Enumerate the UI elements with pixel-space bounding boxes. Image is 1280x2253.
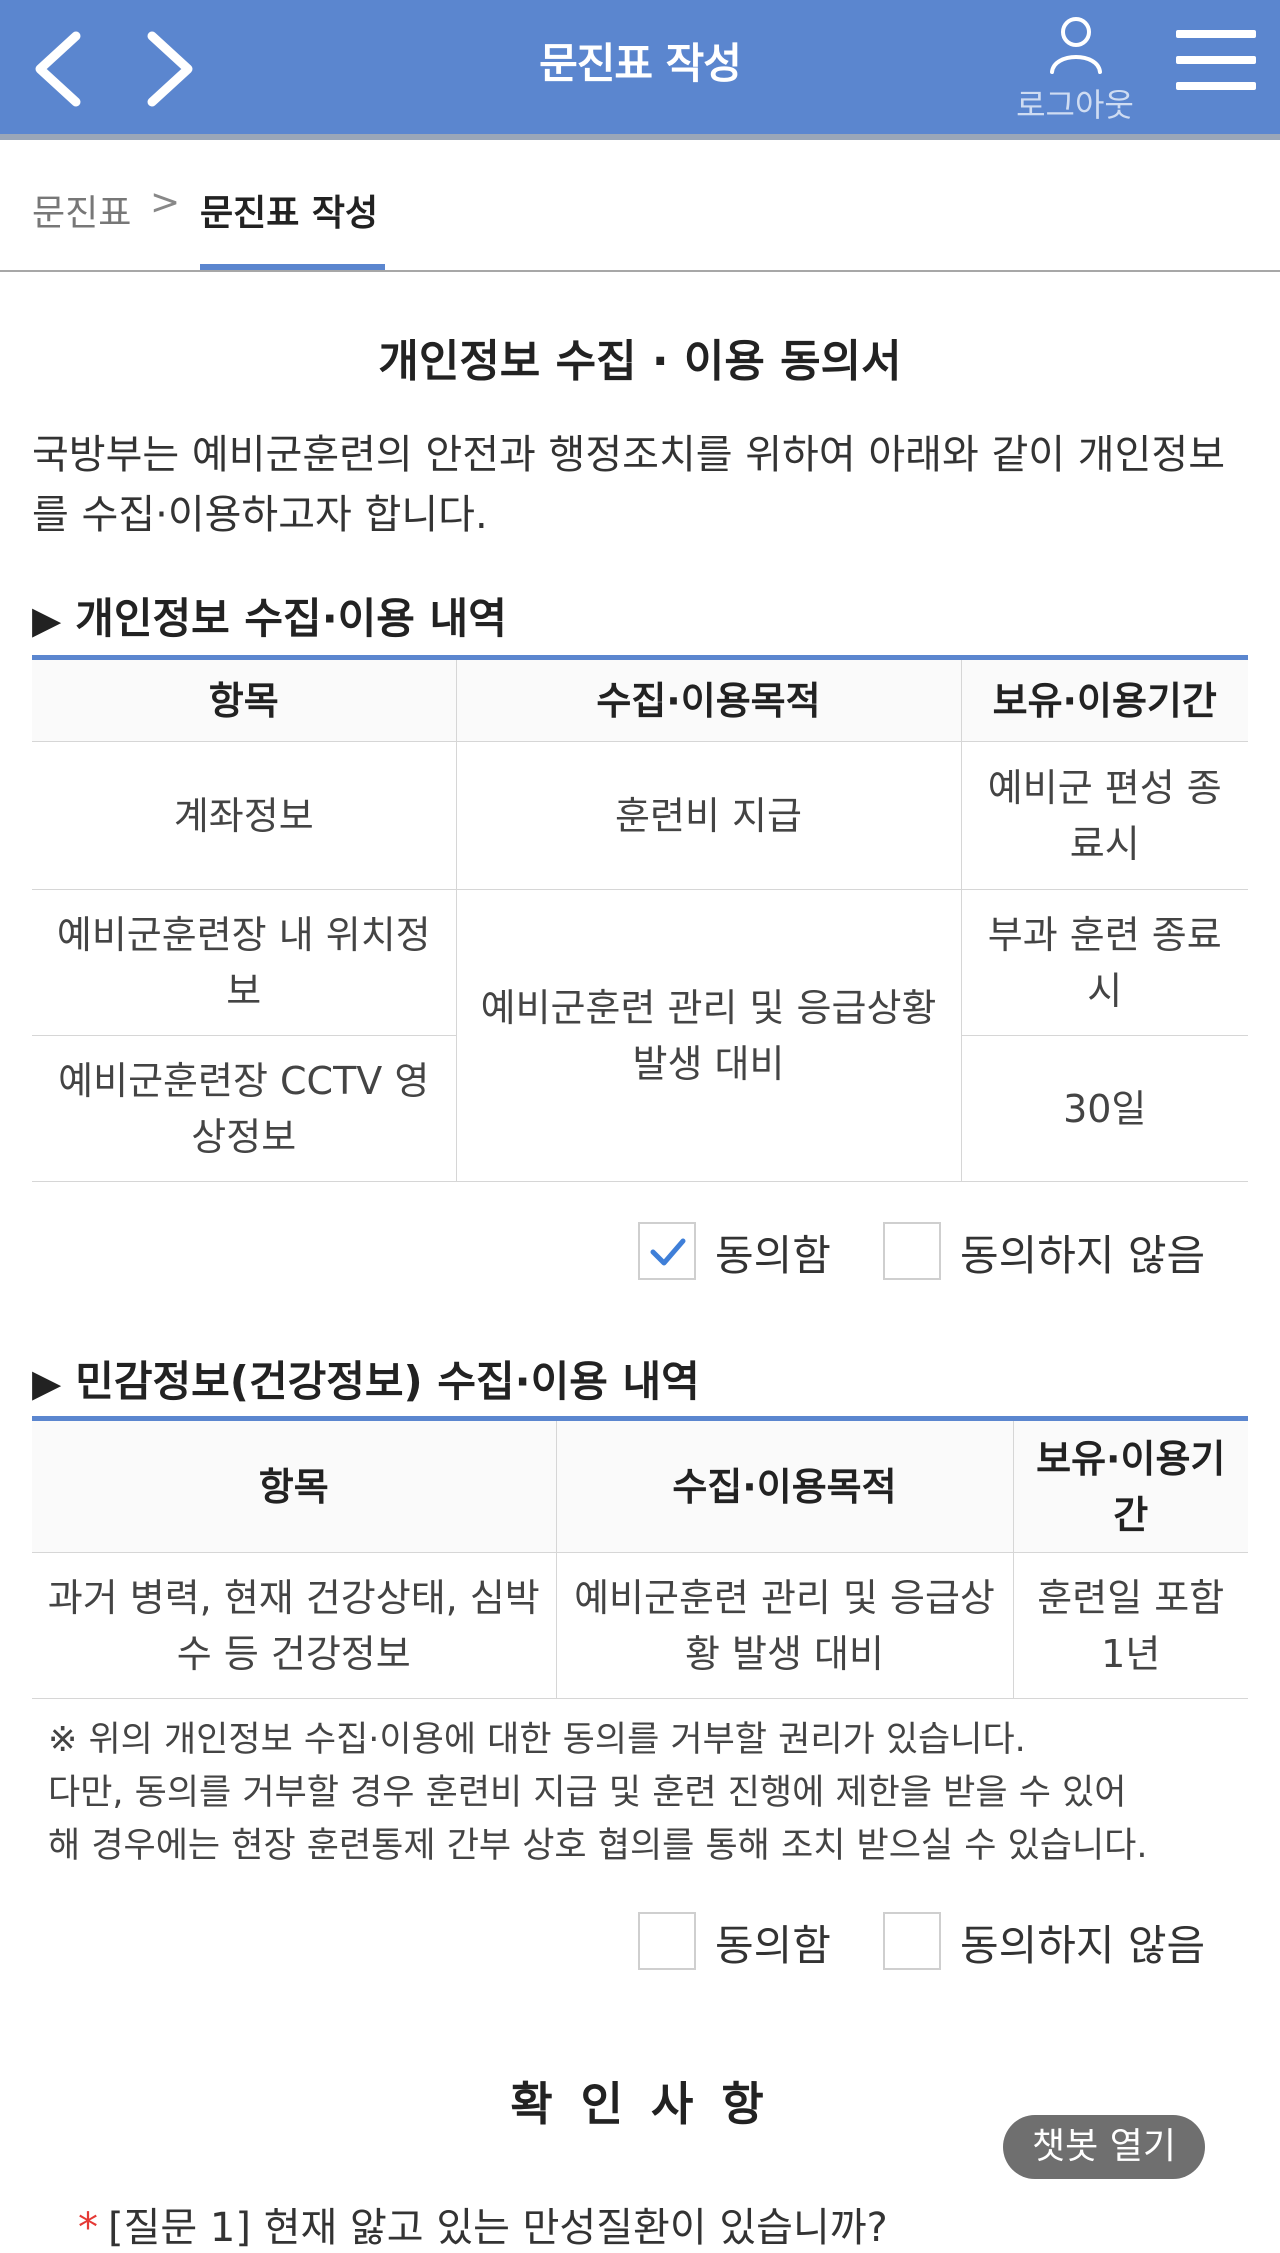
required-mark: * <box>78 2205 98 2251</box>
disagree-checkbox[interactable] <box>883 1912 941 1970</box>
section-heading-text: 개인정보 수집·이용 내역 <box>75 594 507 643</box>
column-header-purpose: 수집·이용목적 <box>556 1418 1014 1553</box>
cell-item: 예비군훈련장 내 위치정보 <box>32 889 457 1036</box>
cell-item: 과거 병력, 현재 건강상태, 심박수 등 건강정보 <box>32 1552 557 1699</box>
app-header: 문진표 작성 로그아웃 <box>0 0 1280 140</box>
cell-period: 훈련일 포함 1년 <box>1013 1552 1248 1699</box>
consent-intro-text: 국방부는 예비군훈련의 안전과 행정조치를 위하여 아래와 같이 개인정보를 수… <box>32 432 1226 538</box>
personal-info-consent: 동의함 동의하지 않음 <box>0 1218 1280 1288</box>
agree-label[interactable]: 동의함 <box>715 1912 831 1973</box>
table-row: 계좌정보 훈련비 지급 예비군 편성 종료시 <box>32 741 1248 890</box>
section-heading-personal-info: ▶ 개인정보 수집·이용 내역 <box>32 585 507 646</box>
menu-bar <box>1176 82 1256 90</box>
column-header-period: 보유·이용기간 <box>1013 1418 1248 1553</box>
column-header-item: 항목 <box>32 1418 557 1553</box>
disagree-label[interactable]: 동의하지 않음 <box>960 1222 1205 1283</box>
breadcrumb-current: 문진표 작성 <box>200 193 379 234</box>
breadcrumb-parent-link[interactable]: 문진표 <box>32 184 131 236</box>
triangle-bullet-icon: ▶ <box>32 598 62 642</box>
chatbot-open-button[interactable]: 챗봇 열기 <box>1003 2115 1205 2179</box>
disagree-checkbox[interactable] <box>883 1222 941 1280</box>
triangle-bullet-icon: ▶ <box>32 1361 62 1405</box>
table-header-row: 항목 수집·이용목적 보유·이용기간 <box>32 657 1248 742</box>
table-row: 과거 병력, 현재 건강상태, 심박수 등 건강정보 예비군훈련 관리 및 응급… <box>32 1552 1248 1699</box>
section-heading-text: 민감정보(건강정보) 수집·이용 내역 <box>75 1357 700 1406</box>
column-header-period: 보유·이용기간 <box>961 657 1248 742</box>
cell-purpose: 예비군훈련 관리 및 응급상황 발생 대비 <box>456 889 962 1182</box>
breadcrumb-separator-icon: > <box>150 182 181 223</box>
section-heading-sensitive-info: ▶ 민감정보(건강정보) 수집·이용 내역 <box>32 1348 700 1409</box>
cell-purpose: 예비군훈련 관리 및 응급상황 발생 대비 <box>556 1552 1014 1699</box>
logout-button[interactable]: 로그아웃 <box>1000 8 1150 124</box>
cell-period: 30일 <box>961 1035 1248 1182</box>
notice-line: 해 경우에는 현장 훈련통제 간부 상호 협의를 통해 조치 받으실 수 있습니… <box>48 1826 1148 1866</box>
consent-document-title: 개인정보 수집 · 이용 동의서 <box>378 336 902 387</box>
cell-purpose: 훈련비 지급 <box>456 741 962 890</box>
question-1-text: [질문 1] 현재 앓고 있는 만성질환이 있습니까? <box>108 2205 888 2251</box>
personal-info-table: 항목 수집·이용목적 보유·이용기간 계좌정보 훈련비 지급 예비군 편성 종료… <box>32 655 1248 1182</box>
cell-period: 예비군 편성 종료시 <box>961 741 1248 890</box>
cell-item: 계좌정보 <box>32 741 457 890</box>
disagree-label[interactable]: 동의하지 않음 <box>960 1912 1205 1973</box>
menu-bar <box>1176 30 1256 38</box>
breadcrumb-active-indicator <box>200 264 385 270</box>
checkmark-icon <box>650 1238 686 1266</box>
agree-checkbox[interactable] <box>638 1912 696 1970</box>
refusal-notice: ※ 위의 개인정보 수집·이용에 대한 동의를 거부할 권리가 있습니다. 다만… <box>48 1714 1248 1873</box>
question-1[interactable]: * [질문 1] 현재 앓고 있는 만성질환이 있습니까? <box>78 2195 1228 2253</box>
column-header-item: 항목 <box>32 657 457 742</box>
logout-label: 로그아웃 <box>1016 86 1134 124</box>
sensitive-info-table: 항목 수집·이용목적 보유·이용기간 과거 병력, 현재 건강상태, 심박수 등… <box>32 1416 1248 1699</box>
cell-item: 예비군훈련장 CCTV 영상정보 <box>32 1035 457 1182</box>
breadcrumb: 문진표 > 문진표 작성 <box>0 140 1280 272</box>
sensitive-info-consent: 동의함 동의하지 않음 <box>0 1908 1280 1978</box>
menu-bar <box>1176 56 1256 64</box>
table-row: 예비군훈련장 내 위치정보 예비군훈련 관리 및 응급상황 발생 대비 부과 훈… <box>32 889 1248 1182</box>
user-icon <box>1050 17 1102 74</box>
agree-label[interactable]: 동의함 <box>715 1222 831 1283</box>
cell-period: 부과 훈련 종료시 <box>961 889 1248 1036</box>
agree-checkbox[interactable] <box>638 1222 696 1280</box>
column-header-purpose: 수집·이용목적 <box>456 657 962 742</box>
notice-line: 다만, 동의를 거부할 경우 훈련비 지급 및 훈련 진행에 제한을 받을 수 … <box>48 1773 1127 1813</box>
hamburger-menu-icon[interactable] <box>1176 30 1256 102</box>
table-header-row: 항목 수집·이용목적 보유·이용기간 <box>32 1418 1248 1553</box>
notice-line: ※ 위의 개인정보 수집·이용에 대한 동의를 거부할 권리가 있습니다. <box>48 1720 1026 1760</box>
